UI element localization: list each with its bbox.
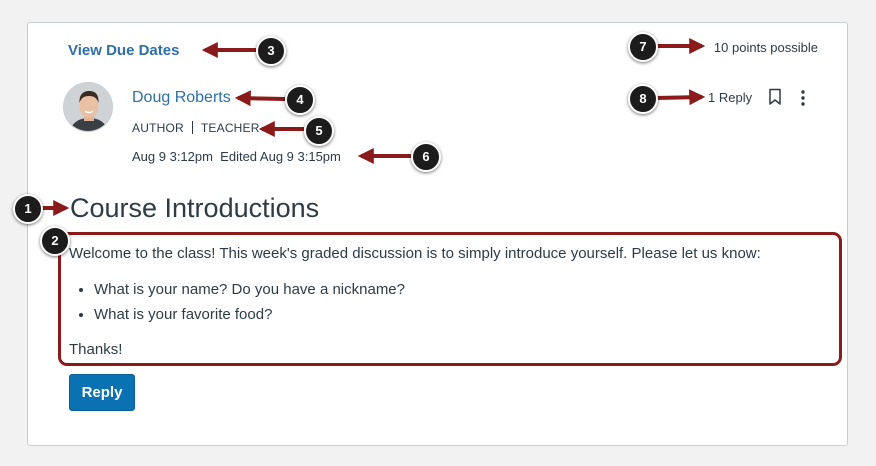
callout-4: 4 — [285, 85, 315, 115]
callout-3: 3 — [256, 36, 286, 66]
callout-5: 5 — [304, 116, 334, 146]
callout-7: 7 — [628, 32, 658, 62]
arrow-8 — [655, 89, 706, 106]
callout-6: 6 — [411, 142, 441, 172]
annotation-arrows — [42, 38, 706, 216]
callout-2: 2 — [40, 226, 70, 256]
callout-1: 1 — [13, 194, 43, 224]
arrow-4 — [234, 90, 286, 107]
callout-8: 8 — [628, 84, 658, 114]
